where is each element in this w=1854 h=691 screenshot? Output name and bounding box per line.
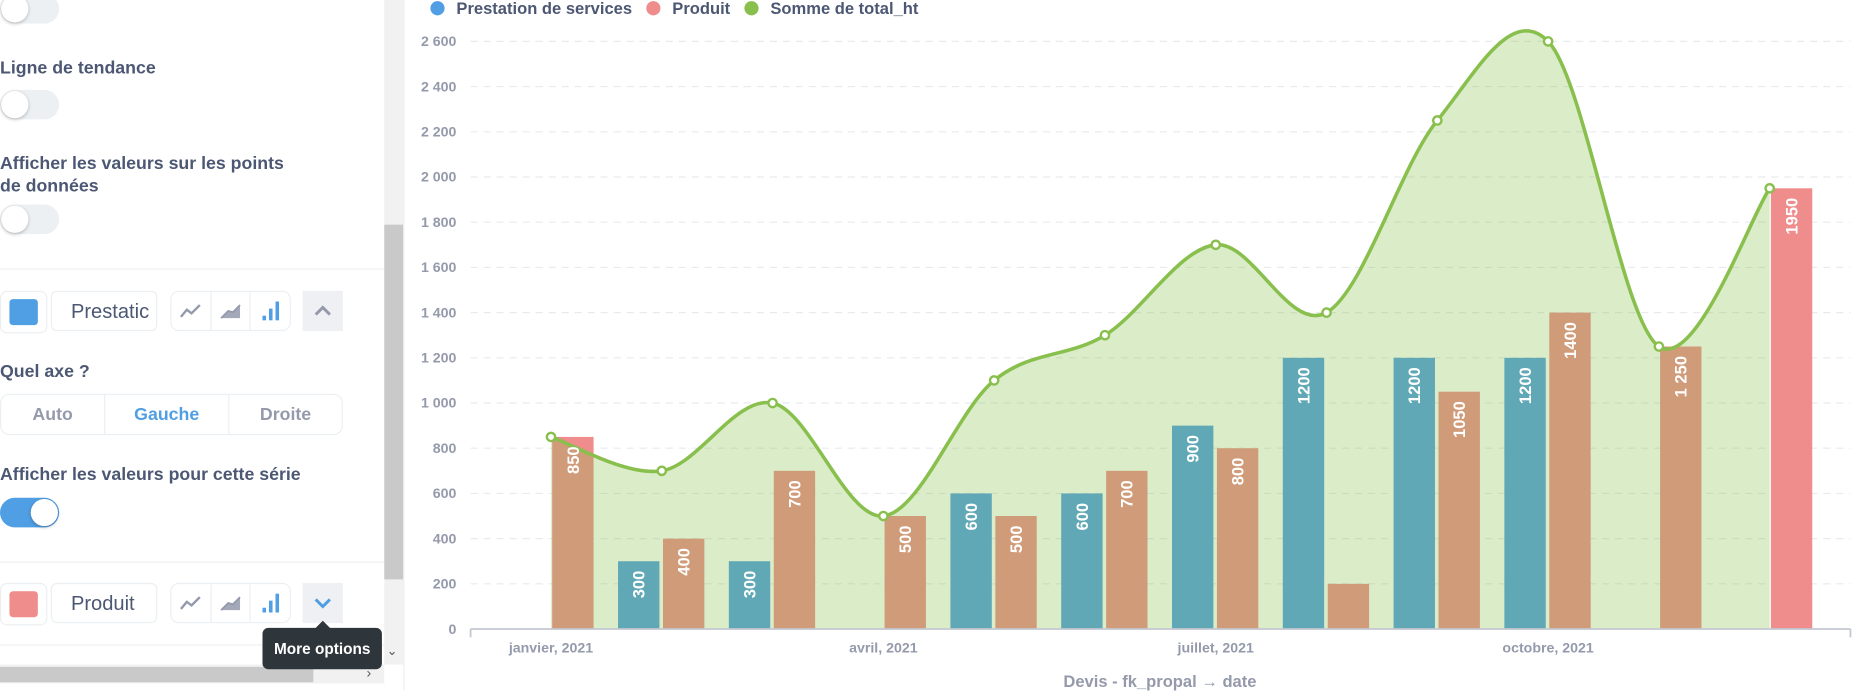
- data-point: [1321, 307, 1332, 318]
- data-point: [1210, 239, 1222, 251]
- y-tick-label: 200: [433, 577, 457, 593]
- data-point: [1653, 341, 1665, 352]
- y-tick-label: 1 200: [421, 351, 457, 367]
- data-point: [656, 465, 668, 477]
- bar-value-label: 500: [1007, 525, 1026, 553]
- data-point: [1542, 36, 1554, 47]
- bar-value-label: 700: [1118, 480, 1137, 508]
- y-tick-label: 2 000: [421, 170, 457, 186]
- y-tick-label: 2 600: [421, 34, 457, 50]
- legend-dot: [646, 1, 661, 16]
- y-tick-label: 2 400: [421, 79, 457, 95]
- x-tick-label: janvier, 2021: [508, 641, 593, 657]
- legend-item[interactable]: Produit: [672, 0, 730, 18]
- data-point: [1099, 329, 1111, 341]
- bar-value-label: 1200: [1516, 367, 1535, 404]
- bar-value-label: 600: [1073, 503, 1092, 531]
- data-point: [988, 375, 1000, 386]
- x-axis-title: Devis - fk_propal → date: [1063, 672, 1256, 691]
- y-tick-label: 1 800: [421, 215, 457, 231]
- legend-item[interactable]: Prestation de services: [456, 0, 632, 18]
- bar-value-label: 1950: [1782, 198, 1801, 235]
- data-point: [767, 397, 778, 409]
- bar-value-label: 600: [962, 503, 981, 531]
- area-fill: [550, 30, 1770, 630]
- y-tick-label: 1 600: [421, 260, 457, 276]
- bar-value-label: 800: [1229, 458, 1248, 486]
- legend-dot: [430, 1, 445, 16]
- y-tick-label: 1 400: [421, 305, 457, 321]
- y-tick-label: 800: [433, 441, 457, 457]
- x-tick-label: octobre, 2021: [1502, 641, 1593, 657]
- y-tick-label: 400: [433, 531, 457, 547]
- x-tick-label: avril, 2021: [849, 641, 918, 657]
- bar-produit: [1770, 188, 1813, 630]
- y-tick-label: 2 200: [421, 125, 457, 141]
- bar-value-label: 850: [564, 446, 583, 474]
- bar-value-label: 500: [896, 525, 915, 553]
- bar-value-label: 700: [785, 480, 804, 508]
- bar-value-label: 400: [675, 548, 694, 576]
- data-point: [1764, 182, 1776, 194]
- x-tick-label: juillet, 2021: [1177, 641, 1255, 657]
- chart: Prestation de services Produit Somme de to…: [421, 0, 1852, 691]
- y-tick-label: 0: [449, 622, 457, 638]
- data-point: [878, 510, 889, 522]
- bar-value-label: 300: [630, 571, 649, 599]
- bar-value-label: 1050: [1450, 401, 1469, 438]
- bar-value-label: 1200: [1294, 367, 1313, 404]
- bar-value-label: 1200: [1405, 367, 1424, 404]
- bar-value-label: 900: [1184, 435, 1203, 463]
- bar-value-label: 300: [740, 571, 759, 599]
- data-point: [545, 431, 557, 443]
- y-tick-label: 600: [433, 486, 457, 502]
- bar-value-label: 1400: [1561, 322, 1580, 359]
- data-point: [1432, 115, 1443, 126]
- y-tick-label: 1 000: [421, 396, 457, 412]
- legend-dot: [744, 1, 759, 16]
- bar-value-label: 1 250: [1672, 356, 1691, 397]
- legend-item[interactable]: Somme de total_ht: [770, 0, 919, 18]
